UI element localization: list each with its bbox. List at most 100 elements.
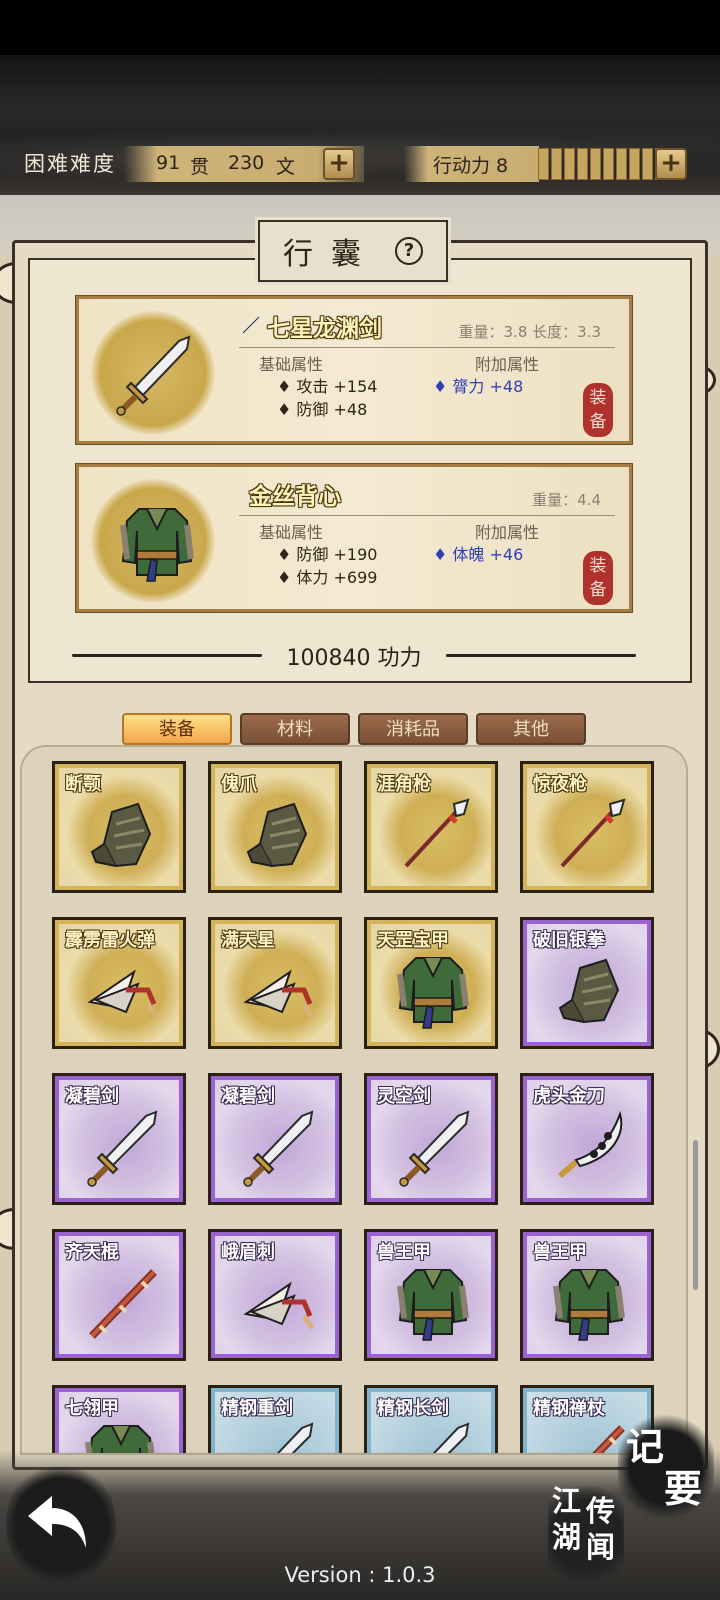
equipped-weapon-card[interactable]: 七星龙渊剑 重量：3.8 长度：3.3 基础属性 附加属性 ♦ 攻击 +154 … (76, 296, 632, 444)
bonus-stat: ♦ 膂力 +48 (433, 377, 524, 396)
back-arrow-icon (28, 1496, 86, 1548)
rumors-char: 湖 (552, 1520, 582, 1554)
spear-icon (560, 798, 626, 868)
inventory-item[interactable]: 精钢长剑 (364, 1385, 498, 1453)
status-bar (0, 0, 720, 55)
item-name: 虎头金刀 (533, 1086, 605, 1107)
tab-materials[interactable]: 材料 (240, 713, 350, 745)
inventory-item[interactable]: 破旧银拳 (520, 917, 654, 1049)
difficulty-label: 困难难度 (24, 152, 116, 176)
energy-segment (603, 148, 614, 180)
scrollbar[interactable] (693, 1140, 698, 1290)
item-name: 天罡宝甲 (377, 930, 449, 951)
inventory-item[interactable]: 兽王甲 (364, 1229, 498, 1361)
tab-equipment[interactable]: 装备 (122, 713, 232, 745)
energy-segment (551, 148, 562, 180)
base-stat: ♦ 攻击 +154 (277, 377, 378, 396)
energy-segment (590, 148, 601, 180)
item-name: 霹雳雷火弹 (65, 930, 155, 951)
inventory-item[interactable]: 满天星 (208, 917, 342, 1049)
bag-title-plaque: 行囊 ? (255, 217, 451, 285)
tab-others[interactable]: 其他 (476, 713, 586, 745)
item-name: 傀爪 (221, 774, 257, 795)
sword-icon (399, 1110, 470, 1187)
energy-label: 行动力 8 (433, 155, 509, 177)
item-grid: 断颚 傀爪 涯角枪 惊夜枪霹雳雷火弹 满天星 天罡宝甲 破旧银拳凝碧剑 凝碧剑 灵空剑 虎头金刀齐… (52, 761, 654, 1453)
money-wen: 230 (228, 152, 265, 174)
armor-icon (553, 1269, 625, 1341)
item-name: 断颚 (65, 774, 101, 795)
rumors-char: 江 (552, 1484, 582, 1518)
inventory-item[interactable]: 霹雳雷火弹 (52, 917, 186, 1049)
inventory-item[interactable]: 虎头金刀 (520, 1073, 654, 1205)
help-icon[interactable]: ? (395, 237, 423, 265)
inventory-item[interactable]: 涯角枪 (364, 761, 498, 893)
inventory-item[interactable]: 傀爪 (208, 761, 342, 893)
sword-icon (87, 1110, 158, 1187)
energy-segment (577, 148, 588, 180)
armor-icon (397, 1269, 469, 1341)
base-stat: ♦ 防御 +48 (277, 400, 368, 419)
bonus-attr-header: 附加属性 (475, 355, 540, 374)
item-name: 破旧银拳 (533, 930, 605, 951)
inventory-item[interactable]: 断颚 (52, 761, 186, 893)
inventory-item[interactable]: 凝碧剑 (52, 1073, 186, 1205)
item-name: 七翎甲 (65, 1398, 119, 1419)
inventory-item[interactable]: 齐天棍 (52, 1229, 186, 1361)
energy-segment (642, 148, 653, 180)
item-name: 兽王甲 (533, 1242, 587, 1263)
item-name: 精钢重剑 (221, 1398, 293, 1419)
bonus-attr-header: 附加属性 (475, 523, 540, 542)
bag-tabs: 装备 材料 消耗品 其他 (122, 713, 586, 745)
equipped-item-name: 七星龙渊剑 (267, 315, 382, 342)
equipped-armor-card[interactable]: 金丝背心 重量：4.4 基础属性 附加属性 ♦ 防御 +190 ♦ 体力 +69… (76, 464, 632, 612)
item-name: 惊夜枪 (533, 774, 587, 795)
money-guan: 91 (156, 152, 181, 174)
money-guan-unit: 贯 (190, 156, 210, 178)
dart-icon (87, 969, 159, 1018)
item-name: 齐天棍 (65, 1242, 119, 1263)
inventory-item[interactable]: 峨眉刺 (208, 1229, 342, 1361)
money-wen-unit: 文 (276, 156, 296, 178)
rumors-char: 传 (586, 1494, 616, 1528)
rumors-button[interactable]: 江 湖 传 闻 (548, 1476, 624, 1594)
inventory-item[interactable]: 七翎甲 (52, 1385, 186, 1453)
journal-button[interactable]: 记 要 (618, 1412, 714, 1522)
item-name: 凝碧剑 (65, 1086, 119, 1107)
inventory-item[interactable]: 灵空剑 (364, 1073, 498, 1205)
dart-icon (243, 969, 315, 1018)
tab-consumables[interactable]: 消耗品 (358, 713, 468, 745)
item-name: 兽王甲 (377, 1242, 431, 1263)
armor-icon (397, 957, 469, 1029)
equipped-badge: 装备 (583, 551, 613, 605)
inventory-item[interactable]: 惊夜枪 (520, 761, 654, 893)
bag-title: 行囊 (283, 237, 379, 272)
energy-segment (616, 148, 627, 180)
item-name: 灵空剑 (377, 1086, 431, 1107)
equipped-badge: 装备 (583, 383, 613, 437)
add-money-button[interactable]: + (323, 148, 355, 180)
staff-icon (89, 1269, 157, 1339)
gauntlet-icon (558, 958, 620, 1024)
weapon-type-icon (241, 315, 261, 335)
equipped-item-meta: 重量：3.8 长度：3.3 (458, 323, 601, 341)
base-stat: ♦ 体力 +699 (277, 568, 378, 587)
item-name: 涯角枪 (377, 774, 431, 795)
inventory-item[interactable]: 精钢重剑 (208, 1385, 342, 1453)
energy-segment (564, 148, 575, 180)
item-name: 峨眉刺 (221, 1242, 275, 1263)
bonus-stat: ♦ 体魄 +46 (433, 545, 524, 564)
inventory-item[interactable]: 天罡宝甲 (364, 917, 498, 1049)
power-display: 100840 功力 (72, 640, 636, 671)
base-attr-header: 基础属性 (259, 523, 324, 542)
journal-char: 记 (626, 1424, 665, 1469)
inventory-item[interactable]: 兽王甲 (520, 1229, 654, 1361)
sword-icon (243, 1110, 314, 1187)
gauntlet-icon (90, 802, 152, 868)
inventory-item[interactable]: 凝碧剑 (208, 1073, 342, 1205)
energy-segment (538, 148, 549, 180)
item-name: 凝碧剑 (221, 1086, 275, 1107)
equipped-item-meta: 重量：4.4 (532, 491, 601, 509)
gauntlet-icon (246, 802, 308, 868)
add-energy-button[interactable]: + (655, 148, 687, 180)
